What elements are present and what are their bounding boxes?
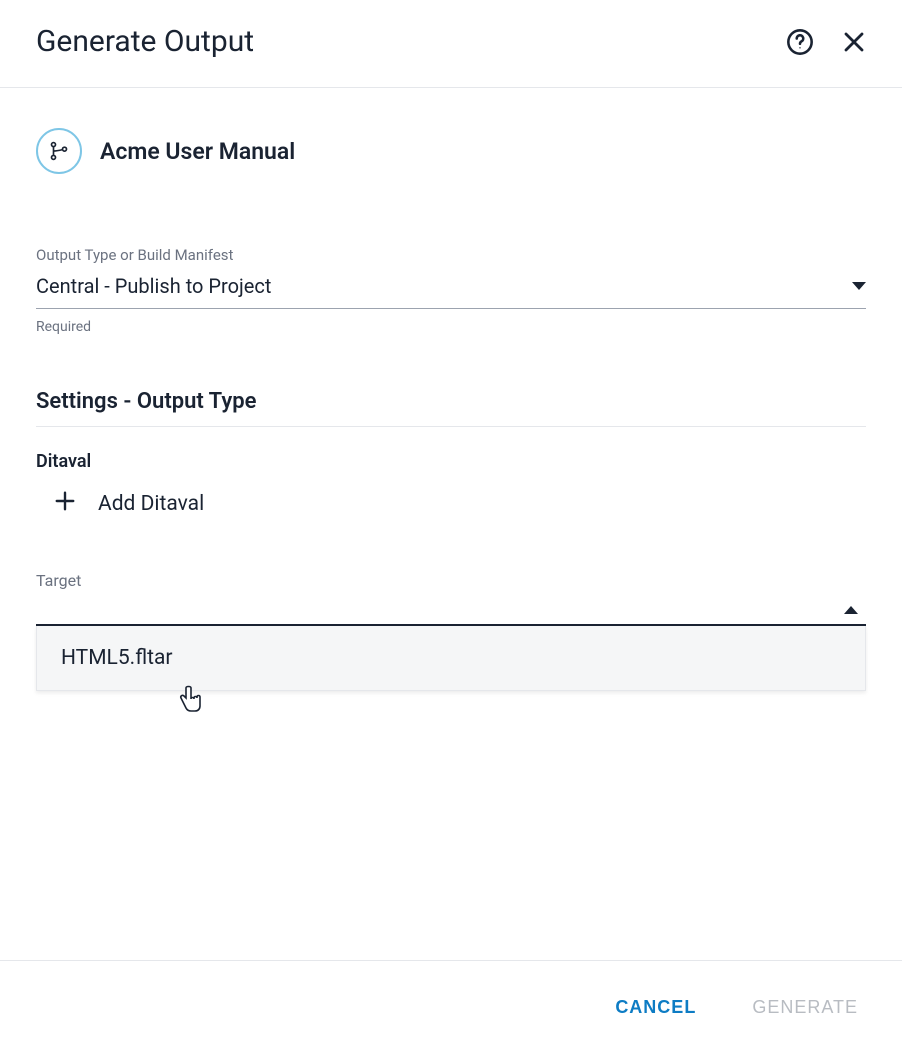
help-icon[interactable]	[786, 28, 814, 56]
add-ditaval-label: Add Ditaval	[98, 492, 204, 516]
project-icon	[36, 128, 82, 174]
dialog-content: Acme User Manual Output Type or Build Ma…	[0, 88, 902, 691]
target-select[interactable]	[36, 596, 866, 626]
dialog-title: Generate Output	[36, 24, 254, 59]
close-icon[interactable]	[842, 30, 866, 54]
add-ditaval-button[interactable]: Add Ditaval	[36, 490, 866, 517]
project-name: Acme User Manual	[100, 138, 295, 165]
output-type-helper: Required	[36, 319, 866, 335]
generate-button[interactable]: GENERATE	[752, 997, 858, 1018]
header-actions	[786, 28, 866, 56]
output-type-select[interactable]: Central - Publish to Project	[36, 274, 866, 309]
ditaval-label: Ditaval	[36, 451, 866, 472]
output-type-value: Central - Publish to Project	[36, 274, 271, 298]
target-option[interactable]: HTML5.fltar	[37, 626, 865, 690]
output-type-label: Output Type or Build Manifest	[36, 246, 866, 264]
project-row: Acme User Manual	[36, 128, 866, 174]
chevron-up-icon	[844, 606, 858, 614]
settings-heading: Settings - Output Type	[36, 389, 866, 427]
dialog-header: Generate Output	[0, 0, 902, 88]
chevron-down-icon	[852, 282, 866, 290]
output-type-field: Output Type or Build Manifest Central - …	[36, 246, 866, 335]
dialog-footer: CANCEL GENERATE	[0, 960, 902, 1054]
target-label: Target	[36, 571, 866, 590]
cancel-button[interactable]: CANCEL	[615, 997, 696, 1018]
target-dropdown: HTML5.fltar	[36, 626, 866, 691]
plus-icon	[54, 490, 76, 517]
